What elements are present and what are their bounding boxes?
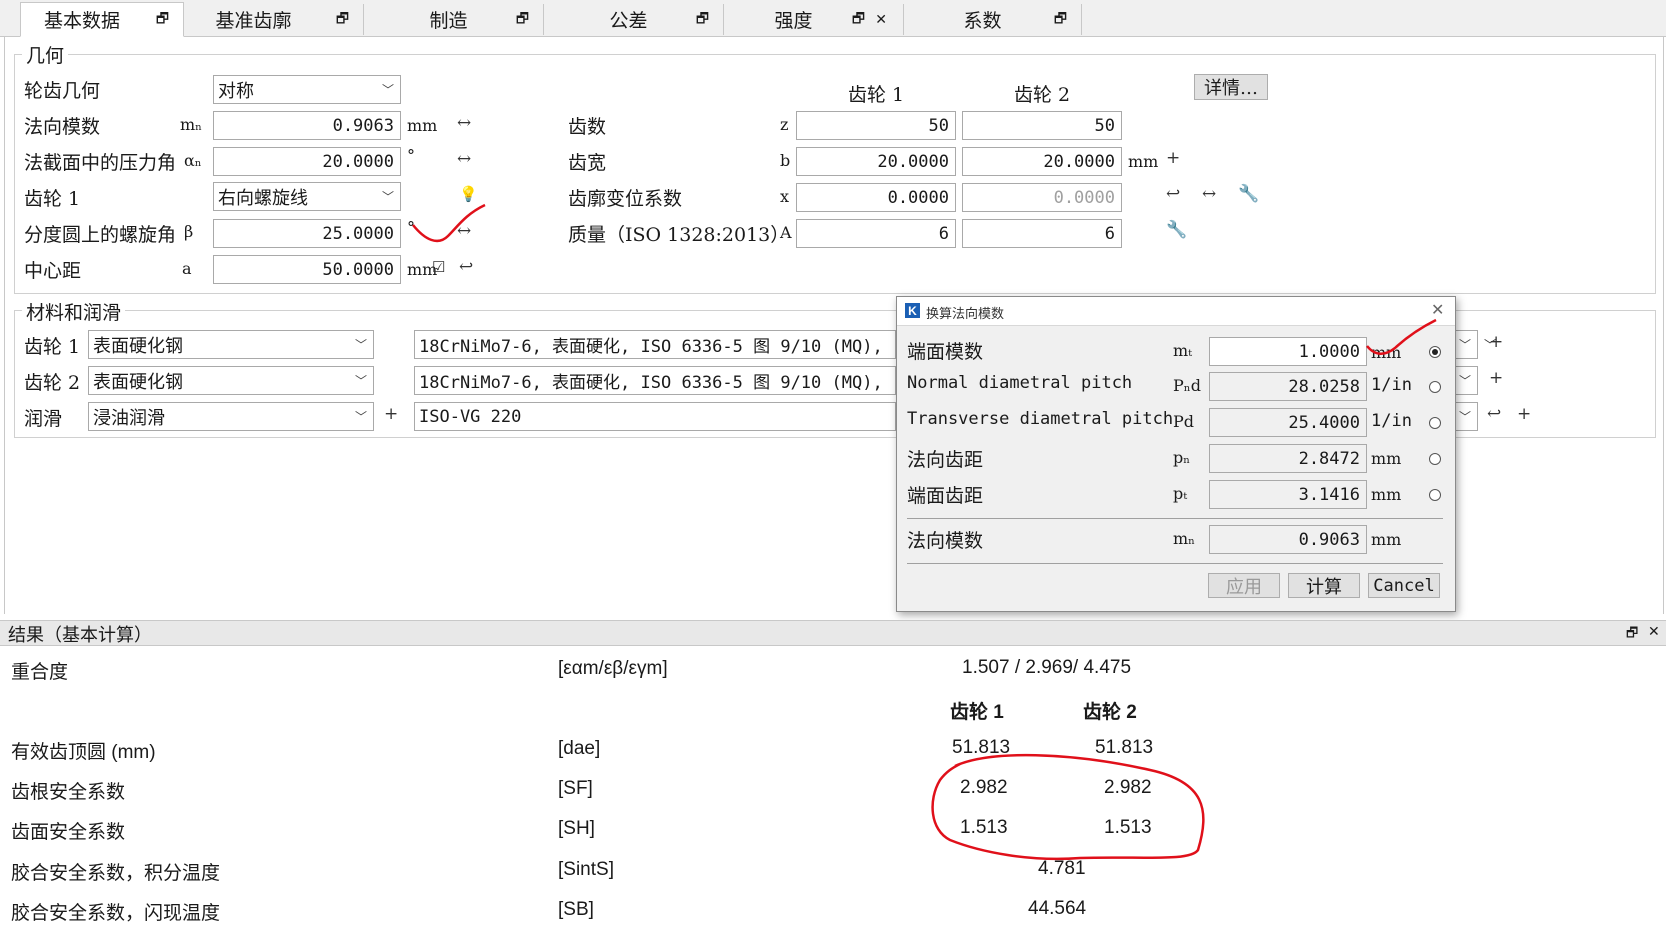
checkmark-annotation bbox=[1366, 318, 1437, 355]
annotation-overlay bbox=[412, 203, 1437, 861]
checkmark-annotation bbox=[412, 203, 486, 243]
circle-annotation bbox=[931, 753, 1205, 861]
